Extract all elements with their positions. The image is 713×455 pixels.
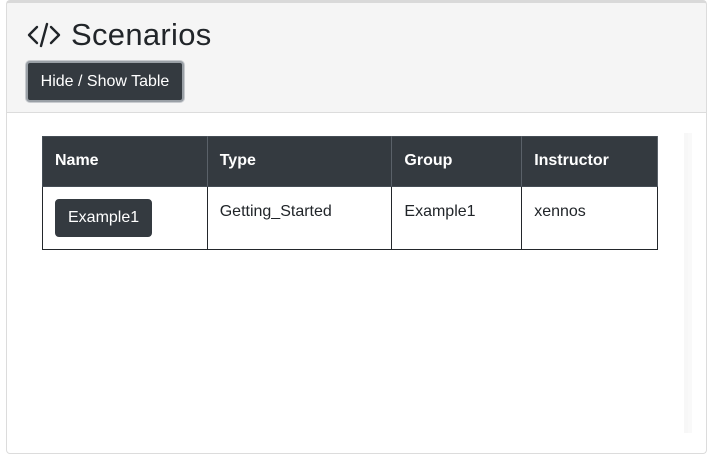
scenario-name-button[interactable]: Example1	[55, 199, 153, 237]
column-header-group: Group	[391, 136, 523, 187]
table-row: Example1 Getting_Started Example1 xennos	[42, 186, 658, 250]
code-icon	[27, 21, 61, 49]
cell-type: Getting_Started	[206, 186, 393, 250]
page-title-row: Scenarios	[27, 17, 212, 53]
card-header: Scenarios Hide / Show Table	[7, 3, 706, 113]
column-header-name: Name	[42, 136, 208, 187]
column-header-instructor: Instructor	[521, 136, 658, 187]
hide-show-table-button[interactable]: Hide / Show Table	[26, 61, 184, 102]
scenarios-table-container: Name Type Group Instructor Example1 Gett…	[42, 133, 684, 433]
scenarios-table: Name Type Group Instructor Example1 Gett…	[42, 136, 658, 250]
page-title: Scenarios	[71, 17, 212, 52]
cell-name: Example1	[42, 186, 208, 250]
scenarios-card: Scenarios Hide / Show Table Name Type Gr…	[6, 0, 707, 454]
cell-instructor: xennos	[521, 186, 658, 250]
table-header-row: Name Type Group Instructor	[42, 136, 658, 187]
column-header-type: Type	[206, 136, 393, 187]
cell-group: Example1	[391, 186, 523, 250]
